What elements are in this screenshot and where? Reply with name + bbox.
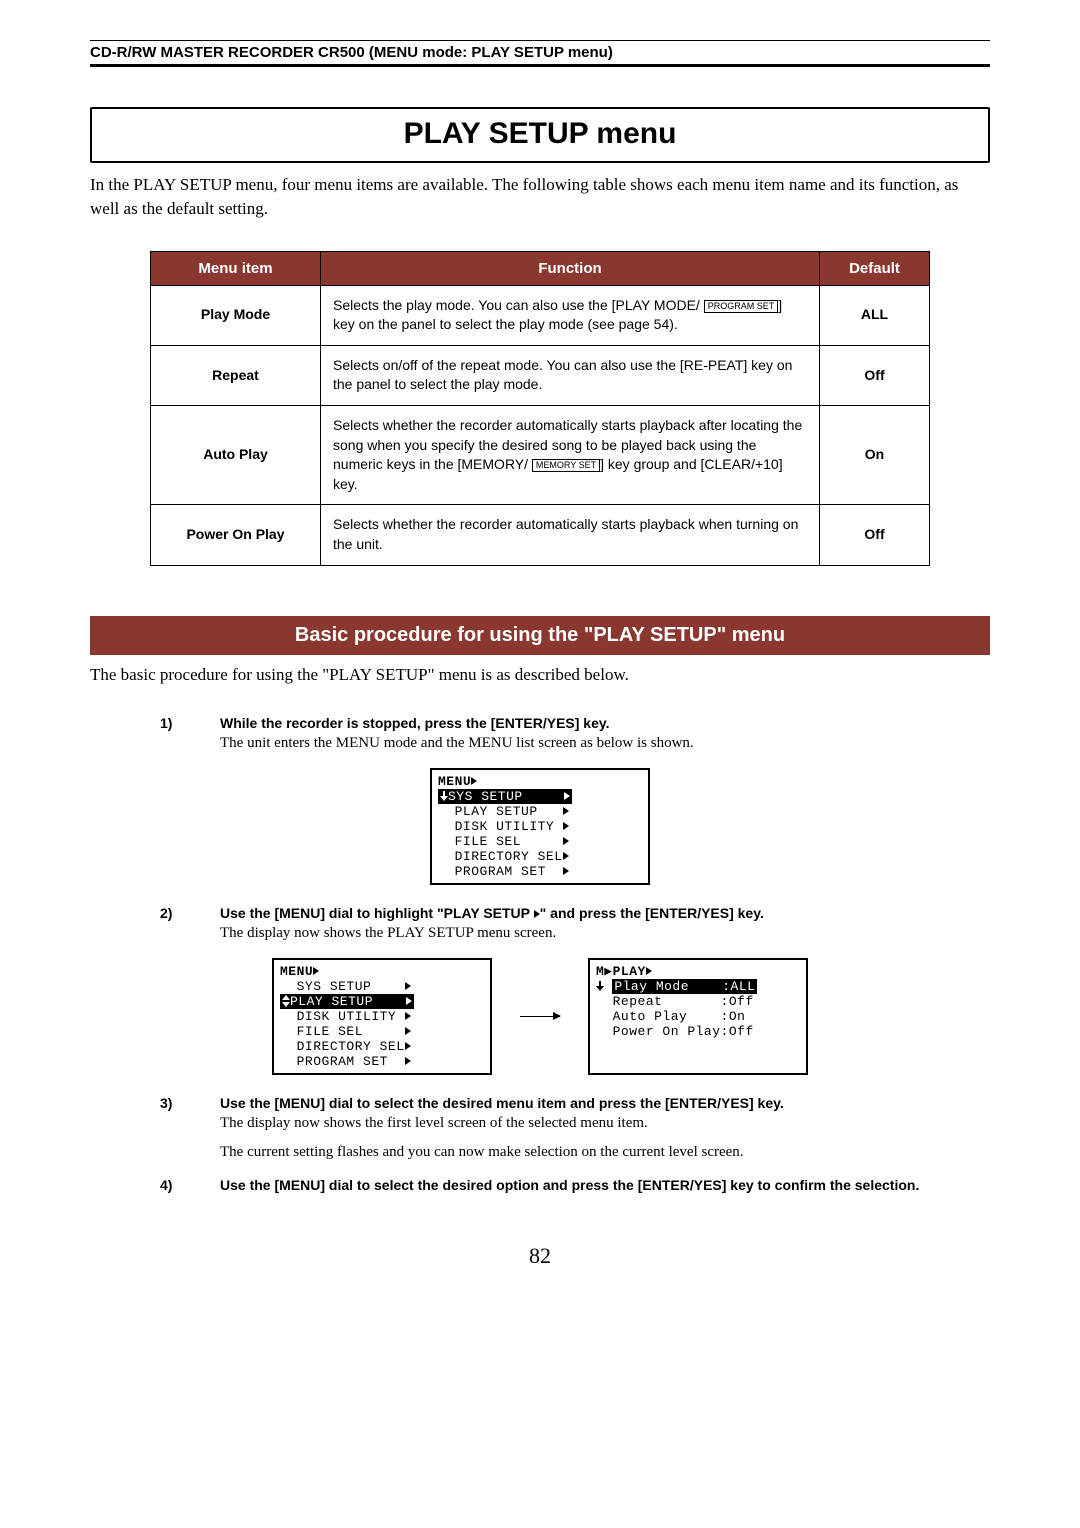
cell-item: Play Mode: [151, 285, 321, 345]
triangle-right-icon: [471, 777, 477, 785]
play-setup-table: Menu item Function Default Play Mode Sel…: [150, 251, 930, 566]
step-heading: Use the [MENU] dial to select the desire…: [220, 1177, 990, 1193]
down-arrow-icon: [596, 981, 604, 991]
step-heading: Use the [MENU] dial to highlight "PLAY S…: [220, 905, 990, 921]
triangle-right-icon: [564, 792, 570, 800]
triangle-right-icon: [405, 1057, 411, 1065]
section-intro: The basic procedure for using the "PLAY …: [90, 665, 990, 685]
cell-function: Selects on/off of the repeat mode. You c…: [321, 345, 820, 405]
triangle-right-icon: [563, 807, 569, 815]
step: 2) Use the [MENU] dial to highlight "PLA…: [90, 905, 990, 944]
triangle-right-icon: [563, 837, 569, 845]
cell-default: ALL: [820, 285, 930, 345]
key-label: PROGRAM SET: [704, 300, 779, 313]
step-number: 3): [160, 1095, 220, 1163]
step-heading: While the recorder is stopped, press the…: [220, 715, 990, 731]
cell-item: Auto Play: [151, 405, 321, 504]
cell-default: Off: [820, 345, 930, 405]
cell-function: Selects the play mode. You can also use …: [321, 285, 820, 345]
table-row: Auto Play Selects whether the recorder a…: [151, 405, 930, 504]
step-heading: Use the [MENU] dial to select the desire…: [220, 1095, 990, 1111]
step-desc: The unit enters the MENU mode and the ME…: [220, 733, 990, 754]
table-row: Power On Play Selects whether the record…: [151, 505, 930, 565]
triangle-right-icon: [563, 867, 569, 875]
page-header: CD-R/RW MASTER RECORDER CR500 (MENU mode…: [90, 40, 990, 67]
th-function: Function: [321, 251, 820, 285]
triangle-right-icon: [405, 1012, 411, 1020]
page-number: 82: [90, 1243, 990, 1269]
triangle-right-icon: [563, 852, 569, 860]
triangle-right-icon: [406, 997, 412, 1005]
triangle-right-icon: [405, 982, 411, 990]
triangle-right-icon: [646, 967, 652, 975]
step: 1) While the recorder is stopped, press …: [90, 715, 990, 754]
step-desc: The current setting flashes and you can …: [220, 1142, 990, 1163]
cell-default: Off: [820, 505, 930, 565]
table-row: Repeat Selects on/off of the repeat mode…: [151, 345, 930, 405]
page-title: PLAY SETUP menu: [90, 107, 990, 163]
down-arrow-icon: [440, 791, 448, 801]
intro-text: In the PLAY SETUP menu, four menu items …: [90, 173, 990, 221]
step-desc: The display now shows the PLAY SETUP men…: [220, 923, 990, 944]
cell-item: Repeat: [151, 345, 321, 405]
lcd-title: M▶PLAY: [596, 964, 800, 979]
section-heading: Basic procedure for using the "PLAY SETU…: [90, 616, 990, 655]
th-item: Menu item: [151, 251, 321, 285]
triangle-right-icon: [563, 822, 569, 830]
step: 3) Use the [MENU] dial to select the des…: [90, 1095, 990, 1163]
step-number: 2): [160, 905, 220, 944]
updown-arrow-icon: [282, 995, 290, 1007]
step-number: 1): [160, 715, 220, 754]
triangle-right-icon: [313, 967, 319, 975]
cell-item: Power On Play: [151, 505, 321, 565]
step-desc: The display now shows the first level sc…: [220, 1113, 990, 1134]
cell-function: Selects whether the recorder automatical…: [321, 505, 820, 565]
lcd-title: MENU: [438, 774, 642, 789]
lcd-screen-right: M▶PLAY Play Mode :ALL Repeat :Off Auto P…: [588, 958, 808, 1075]
step-number: 4): [160, 1177, 220, 1193]
th-default: Default: [820, 251, 930, 285]
table-row: Play Mode Selects the play mode. You can…: [151, 285, 930, 345]
cell-default: On: [820, 405, 930, 504]
triangle-right-icon: [405, 1042, 411, 1050]
triangle-right-icon: [405, 1027, 411, 1035]
lcd-title: MENU: [280, 964, 484, 979]
lcd-screen-left: MENU SYS SETUP PLAY SETUP DISK UTILITY F…: [272, 958, 492, 1075]
lcd-screen: MENU SYS SETUP PLAY SETUP DISK UTILITY F…: [430, 768, 650, 885]
step: 4) Use the [MENU] dial to select the des…: [90, 1177, 990, 1193]
cell-function: Selects whether the recorder automatical…: [321, 405, 820, 504]
arrow-right-icon: [520, 1016, 560, 1017]
key-label: MEMORY SET: [532, 459, 600, 472]
